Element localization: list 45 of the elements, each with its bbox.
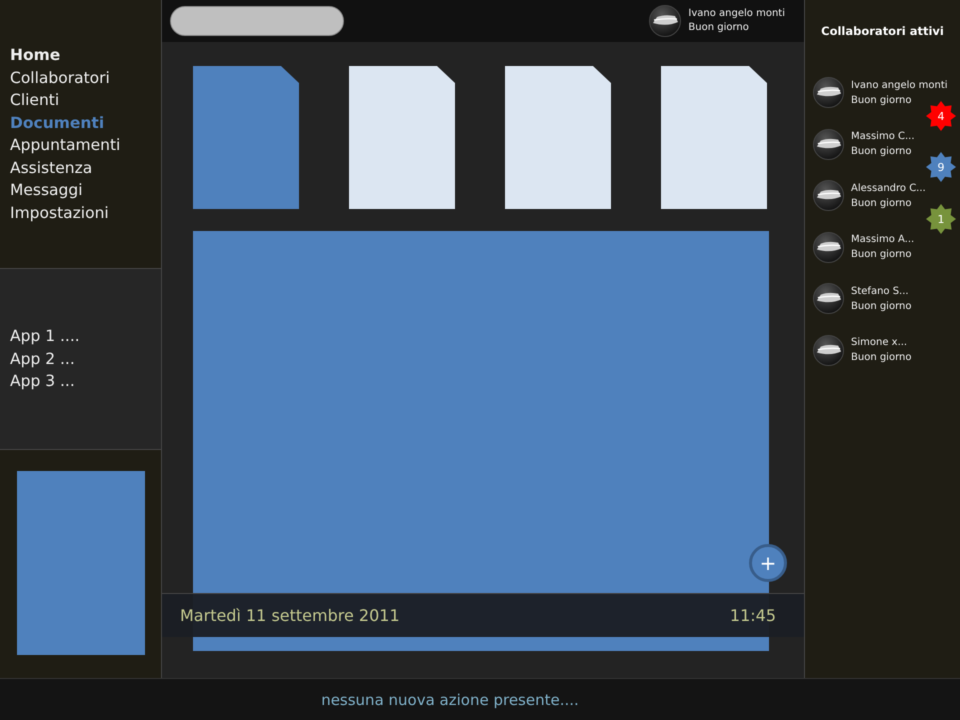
greeting-text: Buon giorno [851, 300, 912, 314]
collaborator-name[interactable]: Ivano angelo monti [851, 78, 948, 93]
nav-item[interactable]: Appuntamenti [10, 134, 120, 156]
app-link[interactable]: App 1 .... [10, 325, 80, 348]
user-name: Ivano angelo monti [688, 7, 785, 21]
avatar-icon [813, 128, 844, 160]
time-text: 11:45 [730, 606, 776, 625]
avatar-icon [649, 5, 682, 37]
document-icon[interactable] [661, 66, 767, 209]
search-field[interactable] [170, 6, 344, 36]
greeting-text: Buon giorno [688, 21, 750, 35]
avatar-icon [813, 180, 844, 212]
avatar-icon [813, 232, 844, 263]
notification-badge: 1 [926, 204, 956, 234]
nav-item[interactable]: Assistenza [10, 156, 92, 179]
nav-item[interactable]: Clienti [10, 89, 60, 112]
document-icon[interactable] [349, 66, 455, 209]
collaborator-name[interactable]: Alessandro C... [851, 180, 926, 196]
nav-item[interactable]: Documenti [10, 112, 104, 134]
nav-item[interactable]: Messaggi [10, 179, 83, 202]
avatar-icon [813, 77, 844, 108]
document-icon[interactable] [193, 66, 299, 209]
greeting-text: Buon giorno [851, 196, 912, 211]
nav-item[interactable]: Impostazioni [10, 202, 109, 224]
status-message: nessuna nuova azione presente.... [321, 690, 579, 708]
document-icon[interactable] [505, 66, 611, 209]
nav-item[interactable]: Home [10, 44, 60, 66]
app-link[interactable]: App 2 ... [10, 348, 75, 370]
greeting-text: Buon giorno [851, 248, 912, 262]
app-link[interactable]: App 3 ... [10, 370, 75, 392]
notification-badge: 4 [926, 100, 956, 130]
panel-title: Collaboratori attivi [821, 24, 944, 38]
avatar-icon [813, 334, 844, 366]
nav-item[interactable]: Collaboratori [10, 66, 110, 89]
greeting-text: Buon giorno [851, 351, 912, 366]
collaborator-name[interactable]: Massimo C... [851, 129, 915, 144]
greeting-text: Buon giorno [851, 145, 912, 160]
collaborator-name[interactable]: Stefano S... [851, 284, 912, 299]
notification-badge: 9 [926, 152, 956, 182]
collaborator-name[interactable]: Massimo A... [851, 232, 914, 248]
avatar-icon [813, 283, 844, 314]
date-text: Martedì 11 settembre 2011 [180, 606, 400, 625]
greeting-text: Buon giorno [851, 94, 912, 108]
collaborator-name[interactable]: Simone x... [851, 335, 912, 350]
add-button[interactable]: + [749, 544, 787, 582]
